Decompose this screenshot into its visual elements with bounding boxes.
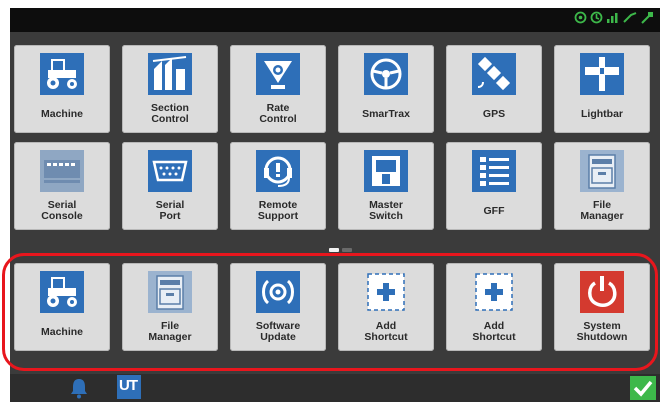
- tile-lightbar[interactable]: Lightbar: [554, 45, 650, 133]
- bottom-bar: UT: [10, 374, 660, 402]
- tile-label: Remote Support: [257, 199, 299, 222]
- tile-label: Add Shortcut: [364, 320, 408, 343]
- file-cabinet-icon: [580, 150, 624, 192]
- gps-status-icon: [574, 11, 587, 24]
- tile-label: Section Control: [151, 102, 189, 125]
- tile-label: Rate Control: [259, 102, 297, 125]
- tile-serial-port[interactable]: Serial Port: [122, 142, 218, 230]
- add-icon: [364, 271, 408, 313]
- status-icons: [574, 11, 654, 24]
- tile-label: GFF: [483, 205, 505, 217]
- status-bar: [10, 8, 660, 32]
- tile-label: Software Update: [255, 320, 301, 343]
- steering-status-icon: [623, 12, 637, 23]
- ut-label: UT: [119, 377, 138, 394]
- signal-bars-icon: [607, 13, 618, 23]
- tile-label: File Manager: [580, 199, 624, 222]
- gps-status-icon: [590, 11, 603, 24]
- tractor-icon: [40, 53, 84, 95]
- file-cabinet-icon: [148, 271, 192, 313]
- tile-add-shortcut-1[interactable]: Add Shortcut: [338, 263, 434, 351]
- tile-system-shutdown[interactable]: System Shutdown: [554, 263, 650, 351]
- tile-label: File Manager: [148, 320, 192, 343]
- tile-section-control[interactable]: Section Control: [122, 45, 218, 133]
- tile-label: Add Shortcut: [472, 320, 516, 343]
- satellite-status-icon: [641, 12, 653, 24]
- display-screen: UT Machine Section Control Rate Control …: [10, 8, 660, 402]
- accept-button[interactable]: [630, 376, 656, 400]
- tile-label: System Shutdown: [576, 320, 628, 343]
- tile-label: Lightbar: [581, 108, 623, 120]
- tile-machine[interactable]: Machine: [14, 263, 110, 351]
- tile-label: Serial Console: [41, 199, 83, 222]
- section-control-icon: [148, 53, 192, 95]
- steering-wheel-icon: [364, 53, 408, 95]
- headset-icon: [256, 150, 300, 192]
- page-dot[interactable]: [329, 248, 339, 252]
- tile-smartrax[interactable]: SmarTrax: [338, 45, 434, 133]
- tile-machine[interactable]: Machine: [14, 45, 110, 133]
- tile-serial-console[interactable]: Serial Console: [14, 142, 110, 230]
- tile-label: Master Switch: [369, 199, 403, 222]
- page-dot[interactable]: [342, 248, 352, 252]
- tile-rate-control[interactable]: Rate Control: [230, 45, 326, 133]
- lightbar-icon: [580, 53, 624, 95]
- software-update-icon: [256, 271, 300, 313]
- tile-master-switch[interactable]: Master Switch: [338, 142, 434, 230]
- tractor-icon: [40, 271, 84, 313]
- tile-label: Machine: [40, 326, 83, 338]
- bell-icon[interactable]: [68, 377, 90, 399]
- serial-port-icon: [148, 150, 192, 192]
- tile-remote-support[interactable]: Remote Support: [230, 142, 326, 230]
- universal-terminal-button[interactable]: UT: [117, 375, 141, 399]
- power-icon: [580, 271, 624, 313]
- serial-console-icon: [40, 150, 84, 192]
- tile-label: GPS: [482, 108, 506, 120]
- tile-label: Machine: [40, 108, 83, 120]
- check-icon: [633, 380, 653, 397]
- tile-label: SmarTrax: [362, 108, 410, 120]
- tile-gps[interactable]: GPS: [446, 45, 542, 133]
- add-icon: [472, 271, 516, 313]
- tile-file-manager[interactable]: File Manager: [122, 263, 218, 351]
- satellite-icon: [472, 53, 516, 95]
- tile-label: Serial Port: [155, 199, 185, 222]
- rate-control-icon: [256, 53, 300, 95]
- gff-icon: [472, 150, 516, 192]
- tile-gff[interactable]: GFF: [446, 142, 542, 230]
- switch-icon: [364, 150, 408, 192]
- tile-add-shortcut-2[interactable]: Add Shortcut: [446, 263, 542, 351]
- tile-software-update[interactable]: Software Update: [230, 263, 326, 351]
- page-indicator[interactable]: [329, 248, 352, 252]
- tile-file-manager[interactable]: File Manager: [554, 142, 650, 230]
